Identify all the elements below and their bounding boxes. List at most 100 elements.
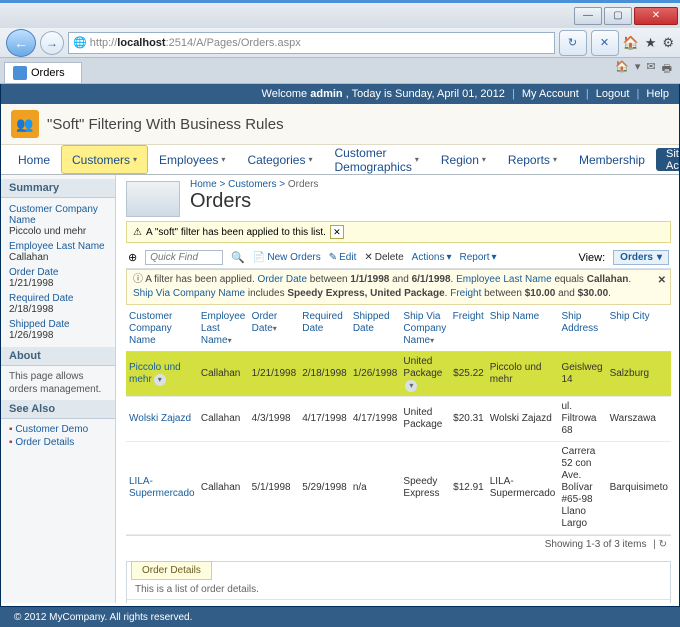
column-header[interactable]: Ship City bbox=[607, 307, 671, 352]
crumb-current: Orders bbox=[288, 179, 319, 190]
summary-field-label[interactable]: Customer Company Name bbox=[9, 202, 107, 226]
column-header[interactable]: Required Date bbox=[299, 307, 350, 352]
nav-item-home[interactable]: Home bbox=[7, 145, 61, 174]
crumb-home[interactable]: Home bbox=[190, 179, 217, 190]
close-button[interactable]: ✕ bbox=[634, 7, 678, 25]
logout-link[interactable]: Logout bbox=[596, 88, 630, 100]
cell: 2/18/1998 bbox=[299, 352, 350, 397]
address-bar[interactable]: 🌐 http:// localhost :2514/A/Pages/Orders… bbox=[68, 32, 555, 54]
tab-home-icon[interactable]: 🏠 bbox=[615, 60, 629, 79]
cell: 4/17/1998 bbox=[350, 397, 401, 442]
new-orders-button[interactable]: 📄 New Orders bbox=[253, 252, 321, 263]
refresh-button[interactable]: ↻ bbox=[559, 30, 587, 56]
tab-mail-icon[interactable]: ✉ bbox=[646, 60, 655, 79]
filter-prefix: A filter has been applied. bbox=[145, 274, 255, 285]
browser-tab[interactable]: Orders bbox=[4, 62, 82, 83]
table-row[interactable]: LILA-SupermercadoCallahan5/1/19985/29/19… bbox=[126, 442, 671, 535]
site-actions-menu[interactable]: Site Actions ▾ bbox=[656, 148, 680, 171]
welcome-bar: Welcome admin , Today is Sunday, April 0… bbox=[1, 84, 679, 104]
nav-item-region[interactable]: Region ▾ bbox=[430, 145, 497, 174]
search-icon[interactable]: 🔍 bbox=[231, 251, 245, 264]
summary-field-value: Piccolo und mehr bbox=[9, 226, 107, 239]
cell: ul. Filtrowa 68 bbox=[558, 397, 606, 442]
page-icon bbox=[126, 181, 180, 217]
cell: LILA-Supermercado bbox=[487, 442, 559, 535]
my-account-link[interactable]: My Account bbox=[522, 88, 579, 100]
nav-item-customers[interactable]: Customers ▾ bbox=[61, 145, 148, 174]
column-header[interactable]: Order Date▾ bbox=[249, 307, 300, 352]
tools-icon[interactable]: ⚙ bbox=[662, 35, 674, 51]
report-menu[interactable]: Report ▾ bbox=[459, 252, 496, 263]
column-header[interactable]: Freight bbox=[450, 307, 487, 352]
summary-field-label[interactable]: Shipped Date bbox=[9, 317, 107, 330]
browser-tabs: Orders 🏠 ▾ ✉ 🖶 bbox=[0, 58, 680, 84]
chevron-down-icon: ▾ bbox=[553, 155, 557, 164]
main-nav: HomeCustomers ▾Employees ▾Categories ▾Cu… bbox=[1, 145, 679, 175]
seealso-link[interactable]: Order Details bbox=[9, 436, 107, 449]
favorites-icon[interactable]: ★ bbox=[645, 35, 657, 51]
filter-field[interactable]: Ship Via Company Name bbox=[133, 288, 245, 299]
summary-field-label[interactable]: Order Date bbox=[9, 265, 107, 278]
quick-find-input[interactable] bbox=[145, 250, 223, 265]
minimize-button[interactable]: — bbox=[574, 7, 602, 25]
details-tab[interactable]: Order Details bbox=[131, 561, 212, 580]
filter-field[interactable]: Order Date bbox=[258, 274, 307, 285]
maximize-button[interactable]: ▢ bbox=[604, 7, 632, 25]
cell: Carrera 52 con Ave. Bolívar #65-98 Llano… bbox=[558, 442, 606, 535]
filter-close[interactable]: ✕ bbox=[658, 274, 666, 288]
nav-item-membership[interactable]: Membership bbox=[568, 145, 656, 174]
sidebar-seealso-heading: See Also bbox=[1, 400, 115, 419]
soft-filter-notice: ⚠ A "soft" filter has been applied to th… bbox=[126, 221, 671, 243]
soft-filter-close[interactable]: ✕ bbox=[330, 225, 344, 239]
summary-field-label[interactable]: Employee Last Name bbox=[9, 239, 107, 252]
filter-field[interactable]: Freight bbox=[450, 288, 481, 299]
cell: 5/29/1998 bbox=[299, 442, 350, 535]
table-row[interactable]: Wolski ZajazdCallahan4/3/19984/17/19984/… bbox=[126, 397, 671, 442]
app-title: "Soft" Filtering With Business Rules bbox=[47, 116, 284, 133]
cell: Salzburg bbox=[607, 352, 671, 397]
seealso-link[interactable]: Customer Demo bbox=[9, 423, 107, 436]
nav-item-customer-demographics[interactable]: Customer Demographics ▾ bbox=[323, 145, 429, 174]
summary-field-label[interactable]: Required Date bbox=[9, 291, 107, 304]
welcome-user: admin bbox=[310, 88, 342, 100]
cell: 5/1/1998 bbox=[249, 442, 300, 535]
delete-button[interactable]: ✕ Delete bbox=[364, 252, 403, 263]
help-link[interactable]: Help bbox=[646, 88, 669, 100]
column-header[interactable]: Ship Address bbox=[558, 307, 606, 352]
tab-feeds-icon[interactable]: ▾ bbox=[635, 60, 641, 79]
nav-item-employees[interactable]: Employees ▾ bbox=[148, 145, 236, 174]
actions-menu[interactable]: Actions ▾ bbox=[412, 252, 452, 263]
cell: United Package bbox=[400, 397, 449, 442]
column-header[interactable]: Employee Last Name▾ bbox=[198, 307, 249, 352]
nav-item-reports[interactable]: Reports ▾ bbox=[497, 145, 568, 174]
chevron-down-icon: ▾ bbox=[308, 155, 312, 164]
cell: $25.22 bbox=[450, 352, 487, 397]
column-header[interactable]: Shipped Date bbox=[350, 307, 401, 352]
edit-button[interactable]: ✎ Edit bbox=[329, 252, 357, 263]
filter-field[interactable]: Employee Last Name bbox=[456, 274, 552, 285]
summary-field-value: 1/21/1998 bbox=[9, 278, 107, 291]
customer-link[interactable]: LILA-Supermercado bbox=[129, 476, 195, 499]
refresh-icon[interactable]: | ↻ bbox=[653, 539, 667, 550]
view-selector[interactable]: Orders ▾ bbox=[613, 250, 669, 265]
info-icon: ⚠ bbox=[133, 227, 142, 238]
forward-button[interactable]: → bbox=[40, 31, 64, 55]
column-header[interactable]: Ship Via Company Name▾ bbox=[400, 307, 449, 352]
welcome-prefix: Welcome bbox=[262, 88, 308, 100]
stop-button[interactable]: ✕ bbox=[591, 30, 619, 56]
summary-field-value: 2/18/1998 bbox=[9, 304, 107, 317]
table-row[interactable]: Piccolo und mehr▾Callahan1/21/19982/18/1… bbox=[126, 352, 671, 397]
back-button[interactable]: ← bbox=[6, 29, 36, 57]
crumb-customers[interactable]: Customers bbox=[228, 179, 276, 190]
orders-grid: Customer Company NameEmployee Last Name▾… bbox=[126, 307, 671, 535]
home-icon[interactable]: 🏠 bbox=[623, 35, 639, 51]
column-header[interactable]: Ship Name bbox=[487, 307, 559, 352]
url-host: localhost bbox=[117, 37, 165, 49]
tab-print-icon[interactable]: 🖶 bbox=[662, 60, 672, 79]
expand-icon[interactable]: ⊕ bbox=[128, 251, 137, 264]
row-menu-icon[interactable]: ▾ bbox=[154, 374, 166, 386]
customer-link[interactable]: Wolski Zajazd bbox=[129, 413, 191, 424]
nav-item-categories[interactable]: Categories ▾ bbox=[236, 145, 323, 174]
column-header[interactable]: Customer Company Name bbox=[126, 307, 198, 352]
row-menu-icon[interactable]: ▾ bbox=[405, 380, 417, 392]
